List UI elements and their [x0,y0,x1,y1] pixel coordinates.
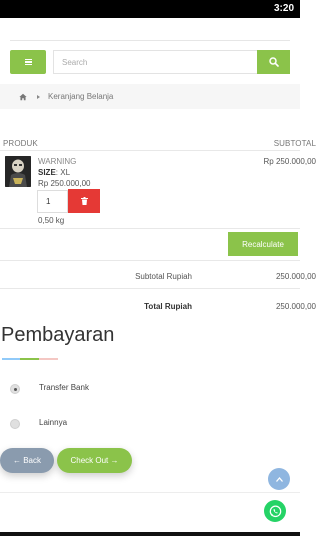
column-header-product: PRODUK [3,139,38,148]
title-accent-green [20,358,39,360]
breadcrumb-current: Keranjang Belanja [48,92,114,101]
total-label: Total Rupiah [144,302,192,311]
row-divider [0,260,300,261]
subtotal-label: Subtotal Rupiah [135,272,192,281]
menu-button[interactable] [10,50,46,74]
status-bar: 3:20 [0,0,300,18]
recalculate-button[interactable]: Recalculate [228,232,298,256]
navigation-bar [0,532,300,536]
home-icon[interactable] [19,93,27,101]
payment-option-transfer[interactable]: Transfer Bank [39,383,89,392]
title-accent-pink [39,358,58,360]
quantity-input[interactable] [37,190,68,213]
footer-divider [0,492,300,493]
search-input[interactable] [53,50,257,74]
chevron-up-icon [275,476,283,482]
checkout-button[interactable]: Check Out → [57,448,132,473]
row-divider [0,228,300,229]
back-button[interactable]: ← Back [0,448,54,473]
delete-item-button[interactable] [68,189,100,213]
menu-icon [24,59,32,65]
whatsapp-icon [269,505,281,517]
product-name[interactable]: WARNING [38,157,76,166]
payment-title: Pembayaran [1,324,115,346]
scroll-top-button[interactable] [268,468,290,490]
trash-icon [80,197,88,205]
header-divider [10,40,290,41]
table-divider [0,150,300,151]
column-header-subtotal: SUBTOTAL [273,139,316,148]
size-label: SIZE [38,168,56,177]
payment-radio-other[interactable] [10,419,20,429]
whatsapp-button[interactable] [264,500,286,522]
status-time: 3:20 [273,3,294,14]
product-size: SIZE: XL [38,168,70,177]
product-price: Rp 250.000,00 [38,179,91,188]
product-weight: 0,50 kg [38,216,65,225]
product-subtotal: Rp 250.000,00 [263,157,317,166]
breadcrumb: Keranjang Belanja [0,84,300,109]
size-value: : XL [55,168,71,177]
search-button[interactable] [257,50,290,74]
payment-radio-transfer[interactable] [10,384,20,394]
product-thumbnail[interactable] [5,156,31,187]
row-divider [0,288,300,289]
title-accent-blue [2,358,20,360]
product-image [5,156,31,187]
breadcrumb-separator-icon [37,94,40,99]
subtotal-value: 250.000,00 [275,272,316,281]
search-icon [268,57,279,67]
payment-option-other[interactable]: Lainnya [39,418,67,427]
total-value: 250.000,00 [275,302,316,311]
